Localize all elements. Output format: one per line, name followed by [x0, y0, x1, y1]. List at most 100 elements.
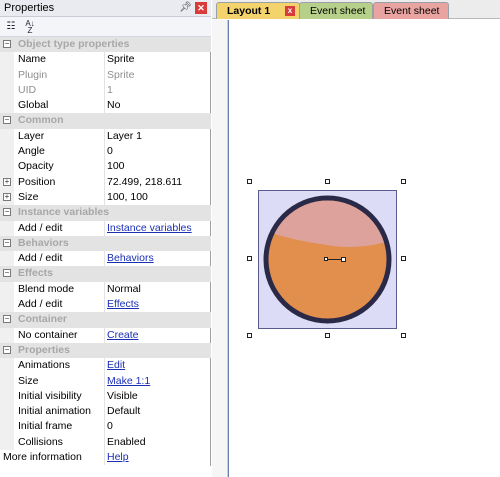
property-value[interactable]: 100 — [107, 159, 207, 174]
column-divider — [104, 404, 105, 420]
property-name: Add / edit — [18, 298, 63, 311]
column-divider — [104, 159, 105, 175]
row-gutter — [0, 373, 14, 389]
column-divider — [104, 220, 105, 236]
property-row[interactable]: + Size 100, 100 — [0, 189, 211, 206]
collapse-icon[interactable]: − — [3, 40, 11, 48]
property-row[interactable]: Angle 0 — [0, 144, 211, 160]
close-tab-icon[interactable]: x — [285, 6, 295, 16]
tab-event-sheet-1[interactable]: Event sheet 1 — [299, 2, 373, 33]
expand-icon[interactable]: + — [3, 177, 11, 186]
property-category[interactable]: − Instance variables — [0, 205, 211, 221]
property-link[interactable]: Help — [107, 450, 207, 465]
property-row[interactable]: Layer Layer 1 — [0, 128, 211, 145]
property-value[interactable]: 72.499, 218.611 — [107, 175, 207, 190]
property-row[interactable]: Global No — [0, 98, 211, 114]
row-gutter — [0, 434, 14, 451]
property-name: More information — [3, 451, 82, 464]
row-gutter — [0, 251, 14, 267]
property-link[interactable]: Edit — [107, 358, 207, 373]
column-divider — [104, 297, 105, 313]
property-row[interactable]: UID 1 — [0, 82, 211, 99]
property-category[interactable]: − Behaviors — [0, 235, 211, 252]
row-gutter — [0, 52, 14, 68]
property-link[interactable]: Behaviors — [107, 251, 207, 266]
image-point-handle[interactable] — [341, 257, 346, 262]
resize-handle-right[interactable] — [401, 256, 406, 261]
category-label: Object type properties — [18, 38, 130, 50]
property-link[interactable]: Make 1:1 — [107, 374, 207, 389]
origin-point[interactable] — [324, 257, 328, 261]
property-row[interactable]: Blend mode Normal — [0, 281, 211, 298]
row-gutter — [0, 144, 14, 160]
properties-title-bar: Properties 📌︎ ✕ — [0, 0, 211, 17]
property-row[interactable]: Add / edit Effects — [0, 297, 211, 313]
property-row[interactable]: Add / edit Instance variables — [0, 220, 211, 236]
property-row[interactable]: Add / edit Behaviors — [0, 251, 211, 267]
property-value[interactable]: Visible — [107, 389, 207, 404]
property-value[interactable]: No — [107, 98, 207, 113]
column-divider — [104, 144, 105, 160]
property-row[interactable]: Initial animation Default — [0, 404, 211, 420]
column-divider — [104, 98, 105, 114]
collapse-icon[interactable]: − — [3, 315, 11, 324]
property-row[interactable]: + Position 72.499, 218.611 — [0, 174, 211, 190]
property-row[interactable]: Plugin Sprite — [0, 67, 211, 83]
category-label: Behaviors — [18, 236, 69, 249]
properties-toolbar: ☷ A↓ Z — [0, 17, 211, 37]
collapse-icon[interactable]: − — [3, 208, 11, 217]
property-value[interactable]: Normal — [107, 282, 207, 297]
property-row[interactable]: Animations Edit — [0, 358, 211, 374]
resize-handle-top-left[interactable] — [247, 179, 252, 184]
property-value[interactable]: Sprite — [107, 52, 207, 67]
collapse-icon[interactable]: − — [3, 345, 11, 354]
property-name: Initial visibility — [18, 389, 82, 402]
tab-layout-1[interactable]: Layout 1 x — [216, 2, 300, 19]
property-category[interactable]: − Effects — [0, 266, 211, 282]
property-row[interactable]: Size Make 1:1 — [0, 373, 211, 389]
resize-handle-bottom-right[interactable] — [401, 333, 406, 338]
property-row[interactable]: Initial frame 0 — [0, 419, 211, 435]
property-value[interactable]: Enabled — [107, 435, 207, 450]
property-value[interactable]: 0 — [107, 419, 207, 434]
row-gutter — [0, 82, 14, 99]
resize-handle-left[interactable] — [247, 256, 252, 261]
property-row[interactable]: Initial visibility Visible — [0, 388, 211, 405]
column-divider — [104, 82, 105, 99]
property-row[interactable]: No container Create — [0, 327, 211, 343]
property-category[interactable]: − Properties — [0, 342, 211, 359]
pin-icon[interactable]: 📌︎ — [179, 1, 192, 15]
property-name: Add / edit — [18, 252, 63, 265]
collapse-icon[interactable]: − — [3, 116, 11, 125]
property-row[interactable]: More information Help — [0, 450, 211, 466]
row-gutter — [0, 297, 14, 313]
property-category[interactable]: − Common — [0, 113, 211, 129]
property-category[interactable]: − Container — [0, 312, 211, 328]
property-row[interactable]: Collisions Enabled — [0, 434, 211, 451]
categorized-view-icon[interactable]: ☷ — [4, 20, 18, 34]
property-row[interactable]: Name Sprite — [0, 52, 211, 68]
property-name: Layer — [18, 129, 45, 142]
tab-event-sheet-2[interactable]: Event sheet 2 — [373, 2, 449, 33]
property-value[interactable]: Layer 1 — [107, 129, 207, 144]
property-value[interactable]: Default — [107, 404, 207, 419]
property-link[interactable]: Effects — [107, 297, 207, 312]
property-value[interactable]: 100, 100 — [107, 190, 207, 205]
resize-handle-top[interactable] — [325, 179, 330, 184]
expand-icon[interactable]: + — [3, 192, 11, 201]
resize-handle-bottom[interactable] — [325, 333, 330, 338]
property-row[interactable]: Opacity 100 — [0, 159, 211, 175]
column-divider — [104, 251, 105, 267]
property-link[interactable]: Create — [107, 328, 207, 343]
property-name: Plugin — [18, 68, 48, 81]
close-icon[interactable]: ✕ — [195, 2, 207, 14]
resize-handle-bottom-left[interactable] — [247, 333, 252, 338]
property-value[interactable]: 0 — [107, 144, 207, 159]
alphabetical-sort-icon[interactable]: A↓ Z — [23, 20, 37, 35]
collapse-icon[interactable]: − — [3, 269, 11, 278]
property-category[interactable]: − Object type properties — [0, 37, 211, 53]
collapse-icon[interactable]: − — [3, 238, 11, 247]
property-link[interactable]: Instance variables — [107, 221, 207, 236]
column-divider — [104, 388, 105, 405]
resize-handle-top-right[interactable] — [401, 179, 406, 184]
